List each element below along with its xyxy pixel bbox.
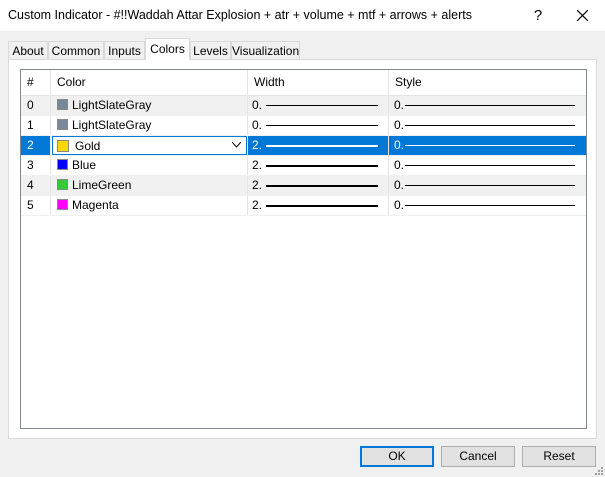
width-cell[interactable]: 0. — [248, 116, 389, 135]
column-header-color[interactable]: Color — [51, 70, 248, 95]
table-row[interactable]: 3 Blue 2. 0. — [21, 156, 586, 176]
color-swatch — [57, 159, 68, 170]
colors-panel: # Color Width Style 0 LightSlateGray 0. … — [8, 59, 597, 439]
width-line-preview — [266, 185, 378, 187]
table-row[interactable]: 5 Magenta 2. 0. — [21, 196, 586, 216]
color-swatch — [57, 119, 68, 130]
width-line-preview — [266, 145, 378, 147]
color-name: Gold — [75, 139, 101, 153]
tab-inputs[interactable]: Inputs — [104, 41, 145, 59]
table-row[interactable]: 4 LimeGreen 2. 0. — [21, 176, 586, 196]
style-line-preview — [405, 125, 575, 126]
style-cell[interactable]: 0. — [389, 196, 586, 215]
style-value: 0. — [394, 198, 405, 212]
color-cell[interactable]: LimeGreen — [51, 176, 248, 195]
color-swatch — [57, 99, 68, 110]
width-value: 2. — [252, 138, 263, 152]
row-index: 5 — [21, 196, 51, 215]
title-bar: Custom Indicator - #!!Waddah Attar Explo… — [0, 0, 605, 31]
color-swatch — [57, 179, 68, 190]
width-value: 2. — [252, 158, 263, 172]
style-cell[interactable]: 0. — [389, 116, 586, 135]
style-cell[interactable]: 0. — [389, 136, 586, 155]
style-value: 0. — [394, 158, 405, 172]
style-value: 0. — [394, 138, 405, 152]
color-cell[interactable]: Magenta — [51, 196, 248, 215]
width-line-preview — [266, 105, 378, 106]
tab-colors[interactable]: Colors — [145, 38, 190, 60]
close-button[interactable] — [560, 0, 605, 31]
style-line-preview — [405, 205, 575, 206]
table-header: # Color Width Style — [21, 70, 586, 96]
color-cell[interactable]: LightSlateGray — [51, 96, 248, 115]
color-swatch — [57, 140, 69, 152]
row-index: 4 — [21, 176, 51, 195]
style-cell[interactable]: 0. — [389, 156, 586, 175]
width-value: 2. — [252, 178, 263, 192]
width-line-preview — [266, 165, 378, 167]
width-line-preview — [266, 125, 378, 126]
color-cell[interactable]: LightSlateGray — [51, 116, 248, 135]
color-name: LightSlateGray — [72, 98, 152, 112]
cancel-button[interactable]: Cancel — [441, 446, 515, 467]
resize-grip-icon[interactable] — [593, 465, 603, 475]
row-index: 1 — [21, 116, 51, 135]
style-value: 0. — [394, 178, 405, 192]
tab-levels[interactable]: Levels — [190, 41, 231, 59]
row-index: 2 — [21, 136, 51, 155]
width-cell[interactable]: 2. — [248, 156, 389, 175]
reset-button[interactable]: Reset — [522, 446, 596, 467]
color-swatch — [57, 199, 68, 210]
color-dropdown[interactable]: Gold — [52, 136, 247, 155]
color-name: Blue — [72, 158, 97, 172]
chevron-down-icon[interactable] — [232, 142, 241, 148]
width-cell[interactable]: 2. — [248, 136, 389, 155]
width-line-preview — [266, 205, 378, 207]
column-header-style[interactable]: Style — [389, 70, 586, 95]
window-title: Custom Indicator - #!!Waddah Attar Explo… — [8, 8, 472, 22]
style-line-preview — [405, 105, 575, 106]
width-value: 0. — [252, 118, 263, 132]
ok-button[interactable]: OK — [360, 446, 434, 467]
style-cell[interactable]: 0. — [389, 96, 586, 115]
table-row[interactable]: 0 LightSlateGray 0. 0. — [21, 96, 586, 116]
row-index: 0 — [21, 96, 51, 115]
width-value: 0. — [252, 98, 263, 112]
column-header-index[interactable]: # — [21, 70, 51, 95]
style-value: 0. — [394, 118, 405, 132]
width-value: 2. — [252, 198, 263, 212]
color-cell[interactable]: Gold — [51, 136, 248, 155]
color-name: LimeGreen — [72, 178, 132, 192]
colors-table: # Color Width Style 0 LightSlateGray 0. … — [20, 69, 587, 429]
style-line-preview — [405, 145, 575, 146]
row-index: 3 — [21, 156, 51, 175]
width-cell[interactable]: 0. — [248, 96, 389, 115]
style-cell[interactable]: 0. — [389, 176, 586, 195]
close-icon — [577, 10, 588, 21]
color-cell[interactable]: Blue — [51, 156, 248, 175]
tab-common[interactable]: Common — [48, 41, 104, 59]
help-button[interactable]: ? — [520, 0, 556, 31]
style-line-preview — [405, 165, 575, 166]
width-cell[interactable]: 2. — [248, 196, 389, 215]
color-name: LightSlateGray — [72, 118, 152, 132]
color-name: Magenta — [72, 198, 119, 212]
tab-visualization[interactable]: Visualization — [231, 41, 300, 59]
tab-about[interactable]: About — [8, 41, 48, 59]
width-cell[interactable]: 2. — [248, 176, 389, 195]
table-row[interactable]: 1 LightSlateGray 0. 0. — [21, 116, 586, 136]
table-row-selected[interactable]: 2 Gold 2. 0. — [21, 136, 586, 156]
style-line-preview — [405, 185, 575, 186]
style-value: 0. — [394, 98, 405, 112]
column-header-width[interactable]: Width — [248, 70, 389, 95]
